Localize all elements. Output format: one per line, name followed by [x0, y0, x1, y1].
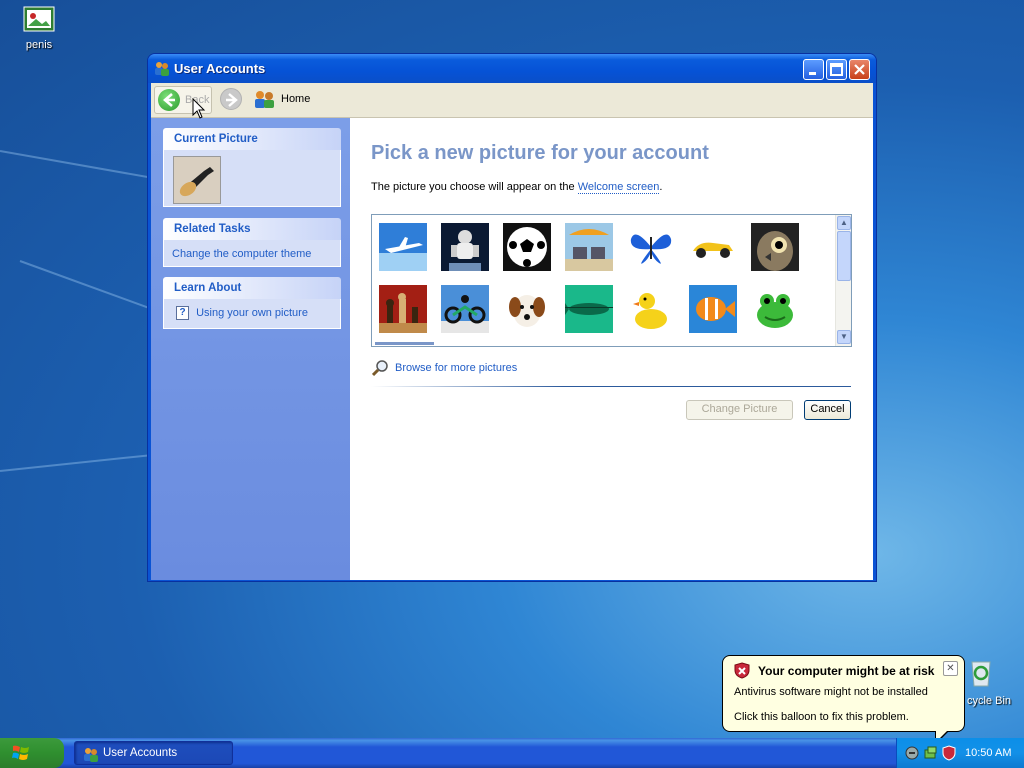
browse-pictures[interactable]: Browse for more pictures	[371, 359, 517, 380]
description-text: The picture you choose will appear on th…	[371, 181, 578, 193]
main-content: Pick a new picture for your account The …	[350, 118, 873, 580]
picture-chess[interactable]	[379, 285, 427, 333]
picture-list[interactable]: ▲ ▼	[371, 214, 852, 347]
picture-frog[interactable]	[751, 285, 799, 333]
learn-about-panel: Learn About ? Using your own picture	[163, 277, 341, 329]
related-tasks-panel: Related Tasks Change the computer theme	[163, 218, 341, 267]
start-button[interactable]	[0, 738, 64, 768]
home-icon[interactable]	[254, 90, 276, 111]
balloon-close-button[interactable]: ✕	[943, 661, 958, 676]
security-center-icon[interactable]	[942, 745, 956, 764]
user-accounts-window: User Accounts Back Home Current Picture	[147, 53, 877, 582]
picture-orange-fish[interactable]	[689, 285, 737, 333]
cancel-button[interactable]: Cancel	[804, 400, 851, 420]
user-accounts-icon	[83, 746, 99, 765]
minimize-button[interactable]	[803, 59, 824, 80]
document-image-icon	[4, 6, 74, 35]
network-icon[interactable]	[923, 745, 939, 764]
description-period: .	[659, 181, 663, 193]
current-picture-panel: Current Picture	[163, 128, 341, 207]
toolbar: Back Home	[151, 83, 873, 118]
back-arrow-icon	[158, 89, 180, 111]
picture-airplane[interactable]	[379, 223, 427, 271]
forward-arrow-icon[interactable]	[220, 88, 242, 110]
security-shield-icon	[734, 662, 750, 682]
picture-soccer-ball[interactable]	[503, 223, 551, 271]
change-theme-link[interactable]: Change the computer theme	[172, 248, 311, 260]
separator	[371, 386, 851, 387]
mouse-cursor-icon	[192, 97, 206, 123]
selection-indicator	[375, 342, 434, 345]
task-pane: Current Picture Related Tasks Change the…	[151, 118, 350, 580]
wallpaper-streak	[0, 454, 150, 472]
scroll-down-icon[interactable]: ▼	[837, 330, 851, 344]
picture-dog[interactable]	[503, 285, 551, 333]
taskbar-button-label: User Accounts	[103, 747, 178, 759]
using-own-picture-link[interactable]: Using your own picture	[196, 307, 308, 319]
picture-astronaut[interactable]	[441, 223, 489, 271]
clock[interactable]: 10:50 AM	[965, 747, 1011, 759]
volume-icon[interactable]	[905, 745, 919, 764]
taskbar-button-user-accounts[interactable]: User Accounts	[74, 741, 233, 765]
taskbar: User Accounts 10:50 AM	[0, 738, 1024, 768]
page-heading: Pick a new picture for your account	[371, 142, 709, 164]
windows-logo-icon	[12, 744, 30, 765]
balloon-instruction: Click this balloon to fix this problem.	[734, 711, 909, 723]
system-tray: 10:50 AM	[896, 738, 1024, 768]
learn-about-title: Learn About	[163, 277, 341, 299]
picture-rubber-duck[interactable]	[627, 285, 675, 333]
security-balloon[interactable]: Your computer might be at risk ✕ Antivir…	[722, 655, 965, 732]
magnifier-icon	[371, 360, 390, 380]
current-picture-title: Current Picture	[163, 128, 341, 150]
window-title: User Accounts	[174, 61, 266, 76]
picture-butterfly[interactable]	[627, 223, 675, 271]
maximize-button[interactable]	[826, 59, 847, 80]
browse-link[interactable]: Browse for more pictures	[395, 362, 517, 374]
scroll-thumb[interactable]	[837, 231, 851, 281]
picture-dirt-bike[interactable]	[441, 285, 489, 333]
picture-owl[interactable]	[751, 223, 799, 271]
desktop-icon-file[interactable]: penis	[4, 6, 74, 51]
desktop-icon-label: cycle Bin	[966, 695, 1012, 707]
related-tasks-title: Related Tasks	[163, 218, 341, 240]
picture-green-fish[interactable]	[565, 285, 613, 333]
welcome-screen-link[interactable]: Welcome screen	[577, 181, 660, 194]
balloon-title: Your computer might be at risk	[758, 664, 935, 678]
title-bar[interactable]: User Accounts	[148, 54, 876, 83]
page-description: The picture you choose will appear on th…	[371, 181, 663, 194]
home-label[interactable]: Home	[281, 93, 310, 105]
picture-beach-chairs[interactable]	[565, 223, 613, 271]
change-picture-button[interactable]: Change Picture	[686, 400, 793, 420]
help-icon: ?	[176, 306, 189, 320]
current-picture-thumbnail	[173, 156, 221, 204]
picture-race-car[interactable]	[689, 223, 737, 271]
close-button[interactable]	[849, 59, 870, 80]
scroll-up-icon[interactable]: ▲	[837, 216, 851, 230]
balloon-message: Antivirus software might not be installe…	[734, 686, 928, 698]
user-accounts-icon	[154, 60, 170, 79]
picture-list-scrollbar[interactable]: ▲ ▼	[835, 215, 851, 346]
desktop-icon-label: penis	[25, 39, 53, 51]
